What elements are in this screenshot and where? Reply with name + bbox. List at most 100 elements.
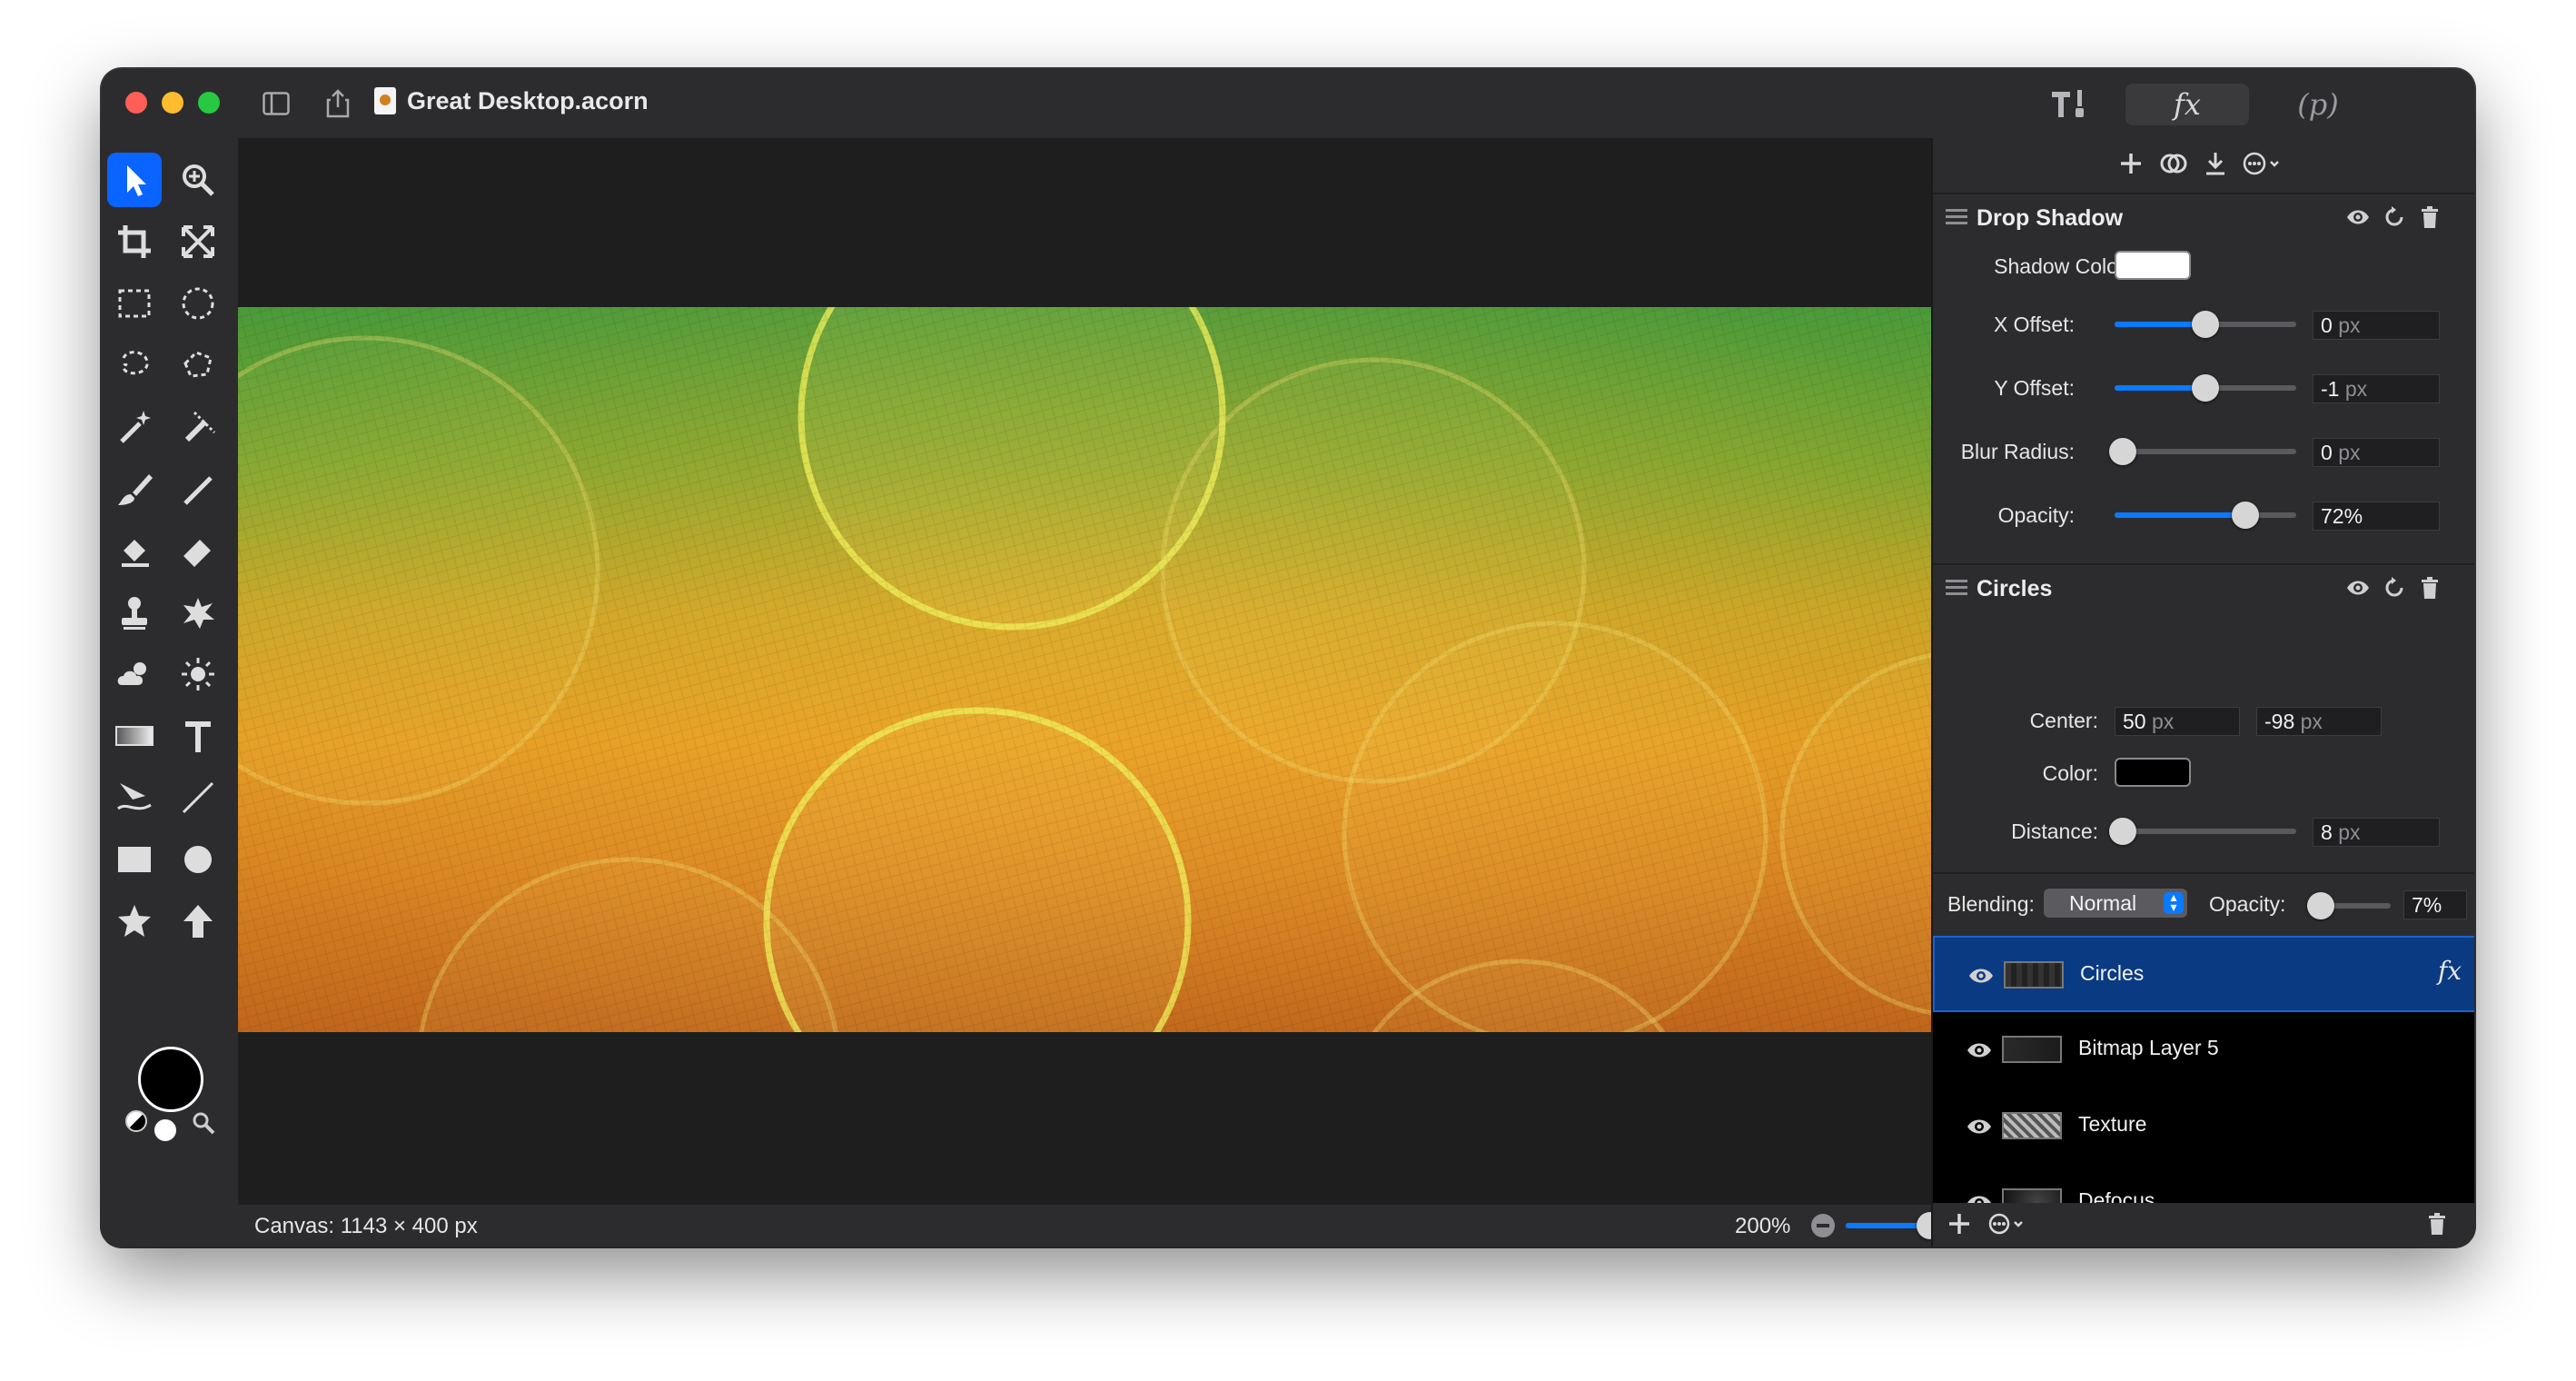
shadow-opacity-field[interactable]: 72% <box>2313 502 2440 531</box>
x-offset-slider[interactable] <box>2115 311 2296 338</box>
rectangle-tool[interactable] <box>107 832 162 887</box>
color-picker-magnifier-icon[interactable] <box>191 1110 216 1140</box>
reset-icon[interactable] <box>2383 576 2407 600</box>
sidebar-toggle-icon[interactable] <box>258 85 294 122</box>
add-layer-icon[interactable] <box>1947 1212 1971 1240</box>
distance-field[interactable]: 8 px <box>2313 818 2440 847</box>
line-tool[interactable] <box>171 770 225 825</box>
lasso-tool[interactable] <box>107 338 162 392</box>
layer-row[interactable]: Defocus <box>1933 1165 2474 1203</box>
shadow-opacity-slider[interactable] <box>2115 502 2296 529</box>
gradient-tool[interactable] <box>107 709 162 763</box>
swap-colors-icon[interactable] <box>125 1110 147 1132</box>
popup-arrows-icon: ▴ ▾ <box>2164 890 2184 914</box>
circles-color-swatch[interactable] <box>2115 758 2191 787</box>
tab-properties[interactable]: (p) <box>2264 84 2373 125</box>
share-icon[interactable] <box>320 85 356 122</box>
text-tool[interactable] <box>171 709 225 763</box>
tools-palette-icon[interactable] <box>2044 85 2098 122</box>
x-offset-field[interactable]: 0 px <box>2313 311 2440 340</box>
trash-icon[interactable] <box>2420 576 2440 600</box>
burn-tool[interactable] <box>107 647 162 701</box>
select-tool[interactable] <box>107 153 162 207</box>
drag-handle-icon[interactable] <box>1946 580 1967 596</box>
trash-icon[interactable] <box>2420 205 2440 229</box>
center-x-field[interactable]: 50 px <box>2115 707 2240 736</box>
magic-wand-icon <box>120 411 151 443</box>
layer-row[interactable]: Circles fx <box>1933 936 2474 1012</box>
fill-color-well[interactable] <box>138 1047 203 1112</box>
drop-shadow-title: Drop Shadow <box>1977 205 2124 231</box>
star-tool[interactable] <box>107 894 162 949</box>
add-filter-icon[interactable] <box>2118 151 2144 181</box>
arrow-tool[interactable] <box>171 894 225 949</box>
document-image[interactable] <box>238 307 1931 1032</box>
blending-label: Blending: <box>1947 892 2035 916</box>
layer-fx-badge[interactable]: fx <box>2438 956 2462 986</box>
zoom-tool[interactable] <box>171 153 225 207</box>
magic-wand-tool[interactable] <box>107 400 162 454</box>
filter-gallery-icon[interactable] <box>2160 151 2187 181</box>
close-window-button[interactable] <box>125 92 147 114</box>
zoom-window-button[interactable] <box>198 92 220 114</box>
healing-tool[interactable] <box>171 585 225 640</box>
blur-radius-field[interactable]: 0 px <box>2313 438 2440 467</box>
delete-layer-icon[interactable] <box>2427 1212 2447 1240</box>
minimize-window-button[interactable] <box>162 92 183 114</box>
stamp-tool[interactable] <box>107 523 162 578</box>
pencil-icon <box>183 476 213 505</box>
stamp-icon <box>122 597 147 630</box>
tab-filters-fx[interactable]: fx <box>2125 84 2249 125</box>
layer-name: Texture <box>2078 1112 2147 1136</box>
eye-icon[interactable] <box>2345 205 2371 229</box>
dodge-tool[interactable] <box>171 647 225 701</box>
download-filter-icon[interactable] <box>2204 151 2227 181</box>
layer-opacity-slider[interactable] <box>2307 892 2391 919</box>
layer-options-icon[interactable] <box>1987 1212 2027 1240</box>
zoom-percentage[interactable]: 200% <box>1735 1214 1790 1239</box>
y-offset-slider[interactable] <box>2115 374 2296 402</box>
eye-icon[interactable] <box>2345 576 2371 600</box>
crop-tool[interactable] <box>107 214 162 269</box>
magic-brush-tool[interactable] <box>171 400 225 454</box>
star-icon <box>118 905 151 937</box>
clone-tool[interactable] <box>107 585 162 640</box>
distance-slider[interactable] <box>2109 818 2296 845</box>
canvas-area[interactable] <box>238 138 1931 1205</box>
default-colors-icon[interactable] <box>154 1119 176 1141</box>
zoom-out-icon[interactable] <box>1811 1214 1835 1237</box>
paintbrush-icon <box>118 474 153 505</box>
reset-icon[interactable] <box>2383 205 2407 229</box>
shadow-color-swatch[interactable] <box>2115 251 2191 280</box>
layer-name: Circles <box>2080 961 2145 985</box>
ellipse-select-tool[interactable] <box>171 276 225 331</box>
magnifier-plus-icon <box>183 164 214 196</box>
dashed-circle-icon <box>182 287 214 320</box>
rect-select-tool[interactable] <box>107 276 162 331</box>
layer-row[interactable]: Bitmap Layer 5 <box>1933 1012 2474 1088</box>
canvas-size-label: Canvas: 1143 × 400 px <box>254 1214 478 1238</box>
ellipse-tool[interactable] <box>171 832 225 887</box>
line-icon <box>182 781 214 814</box>
layer-visibility-eye-icon[interactable] <box>1966 1116 1993 1138</box>
drag-handle-icon[interactable] <box>1946 209 1967 225</box>
pencil-tool[interactable] <box>171 462 225 516</box>
app-window: Great Desktop.acorn fx (p) Canvas: 1143 … <box>102 69 2474 1247</box>
layer-row[interactable]: Texture <box>1933 1088 2474 1165</box>
bezier-tool[interactable] <box>107 770 162 825</box>
blend-mode-popup[interactable]: Normal ▴ ▾ <box>2044 889 2187 918</box>
layer-visibility-eye-icon[interactable] <box>1966 1192 1993 1203</box>
expand-arrows-icon <box>182 225 214 258</box>
layer-thumbnail <box>2002 1112 2062 1139</box>
center-y-field[interactable]: -98 px <box>2256 707 2382 736</box>
blur-radius-slider[interactable] <box>2109 438 2296 465</box>
brush-tool[interactable] <box>107 462 162 516</box>
transform-tool[interactable] <box>171 214 225 269</box>
layer-visibility-eye-icon[interactable] <box>1967 965 1995 987</box>
polygon-lasso-tool[interactable] <box>171 338 225 392</box>
y-offset-field[interactable]: -1 px <box>2313 374 2440 403</box>
filter-options-icon[interactable] <box>2242 151 2282 181</box>
eraser-tool[interactable] <box>171 523 225 578</box>
layer-visibility-eye-icon[interactable] <box>1966 1039 1993 1061</box>
layer-opacity-field[interactable]: 7% <box>2403 890 2467 919</box>
